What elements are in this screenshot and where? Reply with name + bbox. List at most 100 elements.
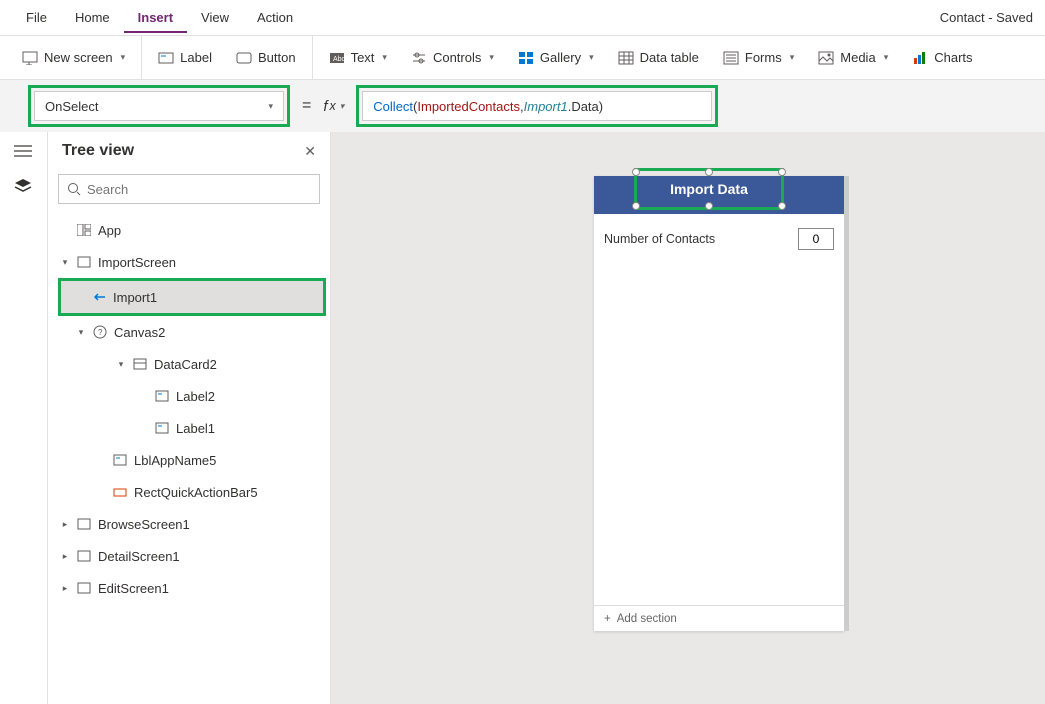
screen-icon	[76, 581, 92, 595]
tree-node-importscreen[interactable]: ▾ ImportScreen	[48, 246, 330, 278]
label-button[interactable]: Label	[146, 36, 224, 79]
search-input[interactable]	[58, 174, 320, 204]
design-canvas[interactable]: Import Data Number of Contacts + Add sec…	[331, 132, 1045, 704]
label-label: Label	[180, 50, 212, 65]
text-button[interactable]: Abc Text ▾	[317, 36, 399, 79]
card-value-input[interactable]	[798, 228, 834, 250]
formula-bar: OnSelect ▾ = fx▾ Collect(ImportedContact…	[0, 80, 1045, 132]
tree-node-editscreen1[interactable]: ▸ EditScreen1	[48, 572, 330, 604]
formula-fn: Collect	[373, 99, 413, 114]
phone-preview[interactable]: Import Data Number of Contacts + Add sec…	[594, 176, 844, 631]
selected-label-control[interactable]: Import Data	[637, 173, 781, 205]
menu-insert[interactable]: Insert	[124, 2, 187, 33]
gallery-button[interactable]: Gallery ▾	[506, 36, 606, 79]
property-selector-highlight: OnSelect ▾	[28, 85, 290, 127]
datatable-button[interactable]: Data table	[606, 36, 711, 79]
forms-button[interactable]: Forms ▾	[711, 36, 806, 79]
hamburger-icon[interactable]	[14, 144, 34, 160]
tree-node-label2[interactable]: Label2	[48, 380, 330, 412]
menu-file[interactable]: File	[12, 2, 61, 33]
button-button[interactable]: Button	[224, 36, 313, 79]
collapse-icon[interactable]: ▾	[76, 327, 86, 338]
tree-node-import1[interactable]: Import1	[61, 281, 323, 313]
tree-node-rectquickactionbar5[interactable]: RectQuickActionBar5	[48, 476, 330, 508]
appbar-title: Import Data	[670, 181, 748, 197]
add-section-button[interactable]: + Add section	[594, 605, 844, 631]
menu-action[interactable]: Action	[243, 2, 307, 33]
layers-icon[interactable]	[14, 178, 34, 194]
chevron-down-icon: ▾	[790, 52, 795, 63]
tree-label: LblAppName5	[134, 453, 216, 468]
tree-label: RectQuickActionBar5	[134, 485, 258, 500]
new-screen-label: New screen	[44, 50, 113, 65]
datatable-label: Data table	[640, 50, 699, 65]
formula-input-highlight: Collect(ImportedContacts,Import1.Data)	[356, 85, 718, 127]
tree-node-highlight: Import1	[58, 278, 326, 316]
collapse-icon[interactable]: ▾	[116, 359, 126, 370]
chevron-down-icon: ▾	[884, 52, 889, 63]
text-label: Text	[351, 50, 375, 65]
scrollbar[interactable]	[844, 176, 849, 631]
tree-node-datacard2[interactable]: ▾ DataCard2	[48, 348, 330, 380]
tree-node-lblappname5[interactable]: LblAppName5	[48, 444, 330, 476]
fx-icon[interactable]: fx▾	[323, 98, 344, 115]
tree-label: App	[98, 223, 121, 238]
chevron-down-icon: ▾	[121, 52, 126, 63]
resize-handle[interactable]	[632, 168, 640, 176]
charts-label: Charts	[934, 50, 972, 65]
label-icon	[158, 50, 174, 66]
controls-button[interactable]: Controls ▾	[399, 36, 506, 79]
tree-node-app[interactable]: App	[48, 214, 330, 246]
tree-node-detailscreen1[interactable]: ▸ DetailScreen1	[48, 540, 330, 572]
formula-input[interactable]: Collect(ImportedContacts,Import1.Data)	[362, 91, 712, 121]
add-section-label: Add section	[617, 613, 677, 625]
property-selector[interactable]: OnSelect ▾	[34, 91, 284, 121]
tree-label: DataCard2	[154, 357, 217, 372]
main-area: Tree view ✕ App ▾ ImportScreen	[0, 132, 1045, 704]
resize-handle[interactable]	[705, 202, 713, 210]
preview-appbar[interactable]: Import Data	[594, 176, 844, 214]
chevron-down-icon: ▾	[589, 52, 594, 63]
tree-label: ImportScreen	[98, 255, 176, 270]
search-field[interactable]	[87, 182, 311, 197]
charts-button[interactable]: Charts	[900, 36, 984, 79]
charts-icon	[912, 50, 928, 66]
resize-handle[interactable]	[778, 168, 786, 176]
tree-node-label1[interactable]: Label1	[48, 412, 330, 444]
preview-datacard[interactable]: Number of Contacts	[594, 214, 844, 264]
resize-handle[interactable]	[705, 168, 713, 176]
media-button[interactable]: Media ▾	[806, 36, 900, 79]
property-selector-value: OnSelect	[45, 99, 98, 114]
screen-icon	[76, 517, 92, 531]
collapse-icon[interactable]: ▾	[60, 257, 70, 268]
datatable-icon	[618, 50, 634, 66]
formula-arg2-obj: Import1	[524, 99, 568, 114]
menu-view[interactable]: View	[187, 2, 243, 33]
close-icon[interactable]: ✕	[304, 143, 316, 160]
tree-label: DetailScreen1	[98, 549, 180, 564]
chevron-down-icon: ▾	[382, 52, 387, 63]
card-label: Number of Contacts	[604, 232, 715, 246]
tree-label: Import1	[113, 290, 157, 305]
svg-text:Abc: Abc	[333, 56, 345, 63]
tree-title: Tree view	[62, 142, 134, 160]
resize-handle[interactable]	[778, 202, 786, 210]
tree-node-browsescreen1[interactable]: ▸ BrowseScreen1	[48, 508, 330, 540]
tree-node-canvas2[interactable]: ▾ ? Canvas2	[48, 316, 330, 348]
expand-icon[interactable]: ▸	[60, 519, 70, 530]
screen-icon	[76, 549, 92, 563]
controls-icon	[411, 50, 427, 66]
expand-icon[interactable]: ▸	[60, 583, 70, 594]
tree-label: Canvas2	[114, 325, 165, 340]
ribbon: New screen ▾ Label Button Abc Text ▾ Con…	[0, 36, 1045, 80]
formula-arg1: ImportedContacts	[417, 99, 520, 114]
import-icon	[91, 290, 107, 304]
tree-label: Label2	[176, 389, 215, 404]
app-icon	[76, 223, 92, 237]
expand-icon[interactable]: ▸	[60, 551, 70, 562]
doc-title: Contact - Saved	[940, 10, 1033, 25]
menu-home[interactable]: Home	[61, 2, 124, 33]
resize-handle[interactable]	[632, 202, 640, 210]
new-screen-button[interactable]: New screen ▾	[10, 36, 142, 79]
canvas-icon: ?	[92, 325, 108, 339]
